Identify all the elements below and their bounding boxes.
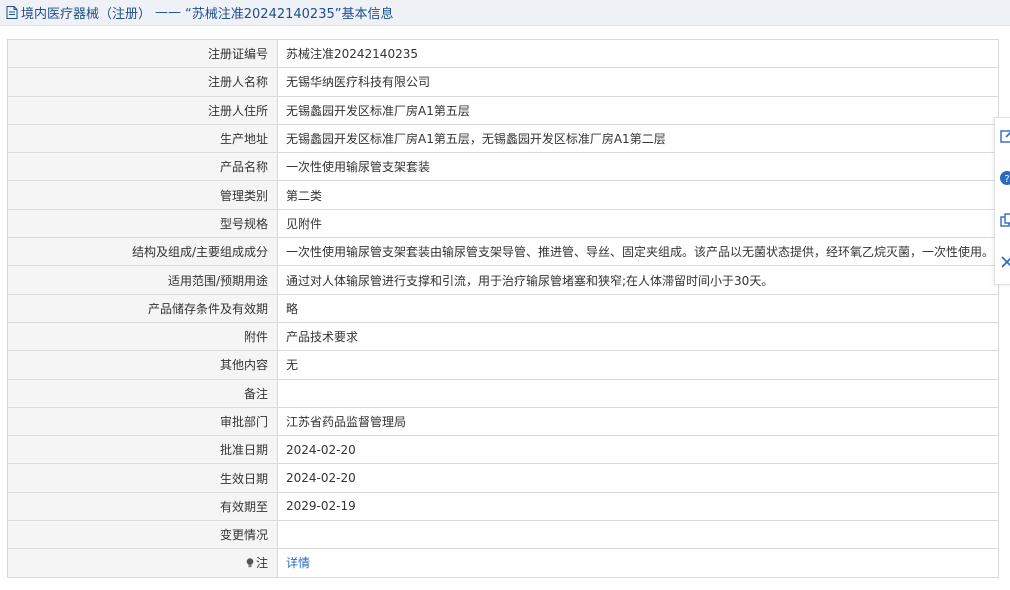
help-icon[interactable]: ?	[999, 170, 1010, 186]
table-row: 产品储存条件及有效期略	[7, 293, 999, 323]
table-row: 产品名称 一次性使用输尿管支架套装	[7, 152, 999, 182]
row-value: 无	[277, 350, 999, 380]
table-row: 适用范围/预期用途 通过对人体输尿管进行支撑和引流，用于治疗输尿管堵塞和狭窄;在人…	[7, 265, 999, 295]
side-toolbar: ?	[994, 117, 1010, 285]
table-row: 批准日期 2024-02-20	[7, 435, 999, 465]
row-label: 结构及组成/主要组成成分	[7, 237, 278, 267]
registration-info-table: 注册证编号 苏械注准20242140235 注册人名称 无锡华纳医疗科技有限公司 注…	[7, 38, 999, 578]
row-value: 一次性使用输尿管支架套装由输尿管支架导管、推进管、导丝、固定夹组成。该产品以无菌…	[277, 237, 999, 267]
close-icon[interactable]	[999, 254, 1010, 270]
row-value	[277, 378, 999, 408]
table-row: 注册证编号 苏械注准20242140235	[7, 38, 999, 69]
row-value	[277, 520, 999, 550]
row-label: 注册人名称	[7, 67, 278, 97]
header-separator: ——	[155, 5, 182, 20]
row-label: 管理类别	[7, 180, 278, 210]
copy-icon[interactable]	[999, 212, 1010, 228]
table-row: 生效日期 2024-02-20	[7, 463, 999, 493]
page-header: 境内医疗器械（注册） —— “苏械注准20242140235” 基本信息	[0, 0, 1010, 26]
row-label: 注册证编号	[7, 38, 278, 69]
row-label: 审批部门	[7, 406, 278, 437]
document-icon	[6, 6, 18, 19]
header-suffix: 基本信息	[341, 7, 394, 22]
lightbulb-icon	[246, 558, 254, 568]
header-cert-title: “苏械注准20242140235”	[185, 7, 342, 22]
row-label: 产品名称	[7, 152, 278, 182]
row-label: 备注	[7, 378, 278, 408]
note-label-cell: 注	[7, 548, 278, 578]
row-label: 批准日期	[7, 435, 278, 465]
table-row: 注册人名称 无锡华纳医疗科技有限公司	[7, 67, 999, 97]
table-row: 型号规格 见附件	[7, 208, 999, 239]
row-value: 产品技术要求	[277, 321, 999, 352]
table-row: 审批部门 江苏省药品监督管理局	[7, 406, 999, 437]
table-row: 生产地址 无锡蠡园开发区标准厂房A1第五层，无锡蠡园开发区标准厂房A1第二层	[7, 123, 999, 154]
row-value: 一次性使用输尿管支架套装	[277, 152, 999, 182]
row-value: 无锡蠡园开发区标准厂房A1第五层，无锡蠡园开发区标准厂房A1第二层	[277, 123, 999, 154]
row-value: 苏械注准20242140235	[277, 38, 999, 69]
row-value: 无锡蠡园开发区标准厂房A1第五层	[277, 95, 999, 125]
table-row: 管理类别 第二类	[7, 180, 999, 210]
table-row: 其他内容无	[7, 350, 999, 380]
svg-text:?: ?	[1004, 174, 1009, 185]
edit-icon[interactable]	[999, 128, 1010, 144]
note-label: 注	[255, 556, 268, 571]
row-label: 有效期至	[7, 491, 278, 522]
row-label: 生效日期	[7, 463, 278, 493]
note-row: 注 详情	[7, 548, 999, 578]
row-value: 略	[277, 293, 999, 323]
row-label: 附件	[7, 321, 278, 352]
row-label: 适用范围/预期用途	[7, 265, 278, 295]
row-value: 2029-02-19	[277, 491, 999, 522]
row-label: 生产地址	[7, 123, 278, 154]
row-value: 2024-02-20	[277, 435, 999, 465]
row-value: 江苏省药品监督管理局	[277, 406, 999, 437]
row-label: 注册人住所	[7, 95, 278, 125]
row-value: 2024-02-20	[277, 463, 999, 493]
table-row: 附件 产品技术要求	[7, 321, 999, 352]
note-value-cell: 详情	[277, 548, 999, 578]
row-value: 无锡华纳医疗科技有限公司	[277, 67, 999, 97]
row-label: 变更情况	[7, 520, 278, 550]
row-value: 通过对人体输尿管进行支撑和引流，用于治疗输尿管堵塞和狭窄;在人体滞留时间小于30…	[277, 265, 999, 295]
row-label: 产品储存条件及有效期	[7, 293, 278, 323]
row-label: 型号规格	[7, 208, 278, 239]
row-value: 见附件	[277, 208, 999, 239]
details-link[interactable]: 详情	[286, 556, 310, 570]
table-row: 结构及组成/主要组成成分 一次性使用输尿管支架套装由输尿管支架导管、推进管、导丝、…	[7, 237, 999, 267]
table-row: 变更情况	[7, 520, 999, 550]
table-row: 注册人住所 无锡蠡园开发区标准厂房A1第五层	[7, 95, 999, 125]
table-row: 备注	[7, 378, 999, 408]
header-category: 境内医疗器械（注册）	[21, 7, 152, 22]
row-label: 其他内容	[7, 350, 278, 380]
row-value: 第二类	[277, 180, 999, 210]
table-row: 有效期至 2029-02-19	[7, 491, 999, 522]
